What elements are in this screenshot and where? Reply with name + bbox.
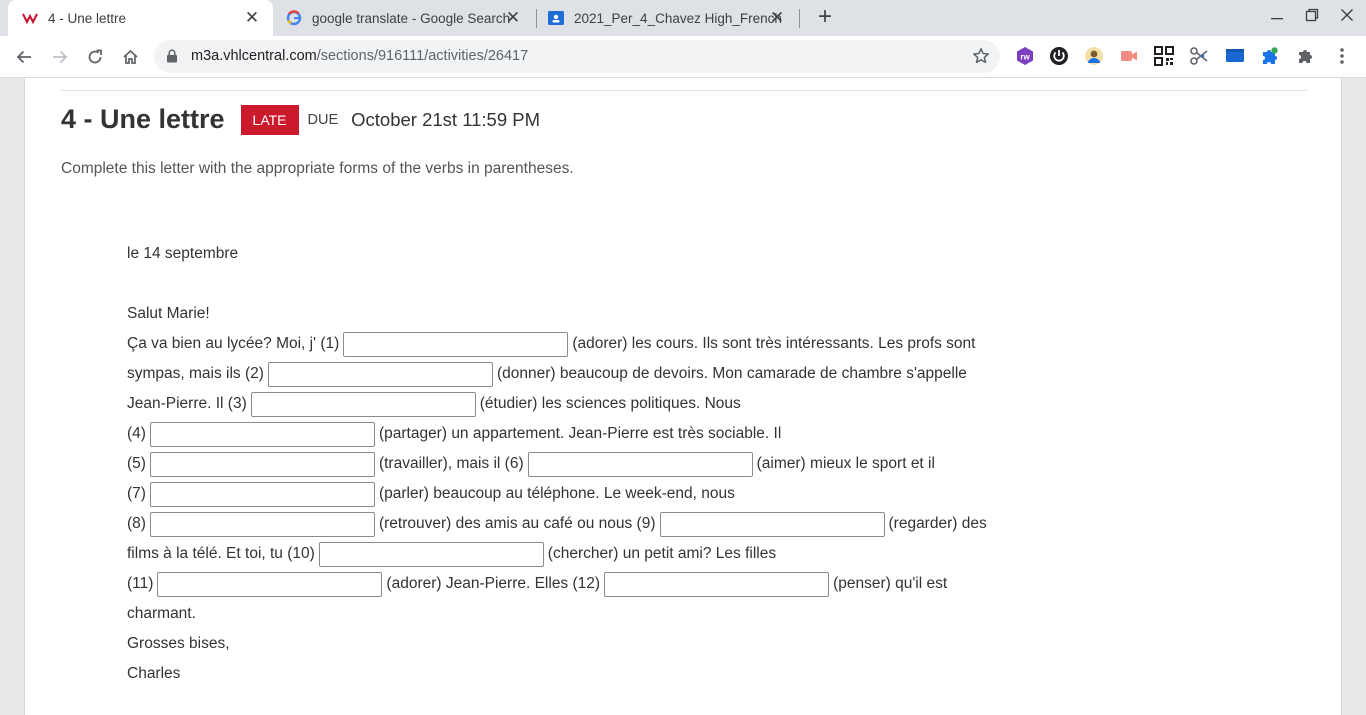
qr-code-icon[interactable] [1153, 45, 1175, 67]
lock-icon[interactable] [166, 49, 178, 68]
tab-title: 2021_Per_4_Chavez High_French [574, 10, 782, 26]
answer-input-8[interactable] [149, 511, 375, 537]
reload-icon[interactable] [82, 44, 108, 70]
user-extension-icon[interactable] [1083, 45, 1105, 67]
letter-line: charmant. [127, 605, 196, 622]
back-icon[interactable] [11, 44, 37, 70]
status-badge: LATE [240, 104, 299, 135]
letter-date: le 14 septembre [127, 245, 239, 262]
letter-greeting: Salut Marie! [127, 305, 210, 322]
answer-input-7[interactable] [149, 481, 375, 507]
tab-separator [799, 9, 800, 28]
tab-google-search[interactable]: google translate - Google Search ✕ [284, 0, 534, 36]
letter-line: (4) (partager) un appartement. Jean-Pier… [127, 419, 781, 449]
answer-input-12[interactable] [604, 571, 830, 597]
home-icon[interactable] [117, 44, 143, 70]
letter-line: Jean-Pierre. Il (3) (étudier) les scienc… [127, 389, 741, 419]
answer-input-6[interactable] [527, 451, 753, 477]
letter-signature: Charles [127, 665, 181, 682]
tab-title: 4 - Une lettre [48, 10, 127, 26]
answer-input-9[interactable] [659, 511, 885, 537]
divider [61, 90, 1307, 91]
url-text: m3a.vhlcentral.com/sections/916111/activ… [191, 48, 529, 64]
instructions-text: Complete this letter with the appropriat… [61, 160, 574, 177]
bookmark-star-icon[interactable] [972, 47, 990, 70]
letter-line: films à la télé. Et toi, tu (10) (cherch… [127, 539, 776, 569]
letter-line: (5) (travailler), mais il (6) (aimer) mi… [127, 449, 935, 479]
letter-line: (8) (retrouver) des amis au café ou nous… [127, 509, 987, 539]
due-label: DUE [307, 111, 339, 128]
answer-input-4[interactable] [149, 421, 375, 447]
answer-input-2[interactable] [267, 361, 493, 387]
vhl-logo-icon [22, 10, 38, 26]
restore-icon[interactable] [1299, 6, 1325, 30]
kebab-menu-icon[interactable] [1331, 45, 1353, 67]
answer-input-1[interactable] [343, 331, 569, 357]
tab-une-lettre[interactable]: 4 - Une lettre ✕ [8, 0, 273, 36]
browser-tab-strip: 4 - Une lettre ✕ google translate - Goog… [0, 0, 1366, 36]
close-window-icon[interactable] [1334, 6, 1360, 30]
google-icon [286, 10, 302, 26]
activity-header: 4 - Une lettre LATE DUE October 21st 11:… [61, 104, 540, 135]
svg-text:rw: rw [1020, 53, 1030, 62]
letter-line: (7) (parler) beaucoup au téléphone. Le w… [127, 479, 735, 509]
tab-title: google translate - Google Search [312, 10, 511, 26]
letter-line: sympas, mais ils (2) (donner) beaucoup d… [127, 359, 967, 389]
close-tab-icon[interactable]: ✕ [243, 9, 261, 27]
extensions-puzzle-icon[interactable] [1295, 45, 1317, 67]
scissors-icon[interactable] [1188, 45, 1210, 67]
close-tab-icon[interactable]: ✕ [768, 9, 786, 27]
letter-line: (11) (adorer) Jean-Pierre. Elles (12) (p… [127, 569, 947, 599]
forward-icon[interactable] [47, 44, 73, 70]
tab-classroom[interactable]: 2021_Per_4_Chavez High_French ✕ [548, 0, 798, 36]
answer-input-3[interactable] [250, 391, 476, 417]
new-tab-button[interactable]: + [812, 5, 838, 31]
puzzle-blue-icon[interactable] [1259, 45, 1281, 67]
minimize-icon[interactable] [1264, 6, 1290, 30]
rw-extension-icon[interactable]: rw [1014, 45, 1036, 67]
answer-input-11[interactable] [157, 571, 383, 597]
tab-separator [536, 9, 537, 28]
screencast-icon[interactable] [1118, 45, 1140, 67]
answer-input-5[interactable] [149, 451, 375, 477]
screen-icon[interactable] [1224, 45, 1246, 67]
letter-closing: Grosses bises, [127, 635, 230, 652]
activity-page: 4 - Une lettre LATE DUE October 21st 11:… [24, 78, 1342, 715]
answer-input-10[interactable] [318, 541, 544, 567]
letter-line: Ça va bien au lycée? Moi, j' (1) (adorer… [127, 329, 975, 359]
power-icon[interactable] [1048, 45, 1070, 67]
classroom-icon [548, 10, 564, 26]
due-date: October 21st 11:59 PM [351, 108, 541, 130]
close-tab-icon[interactable]: ✕ [504, 9, 522, 27]
address-bar[interactable]: m3a.vhlcentral.com/sections/916111/activ… [154, 40, 1000, 73]
page-title: 4 - Une lettre [61, 104, 225, 134]
browser-toolbar: m3a.vhlcentral.com/sections/916111/activ… [0, 36, 1366, 78]
